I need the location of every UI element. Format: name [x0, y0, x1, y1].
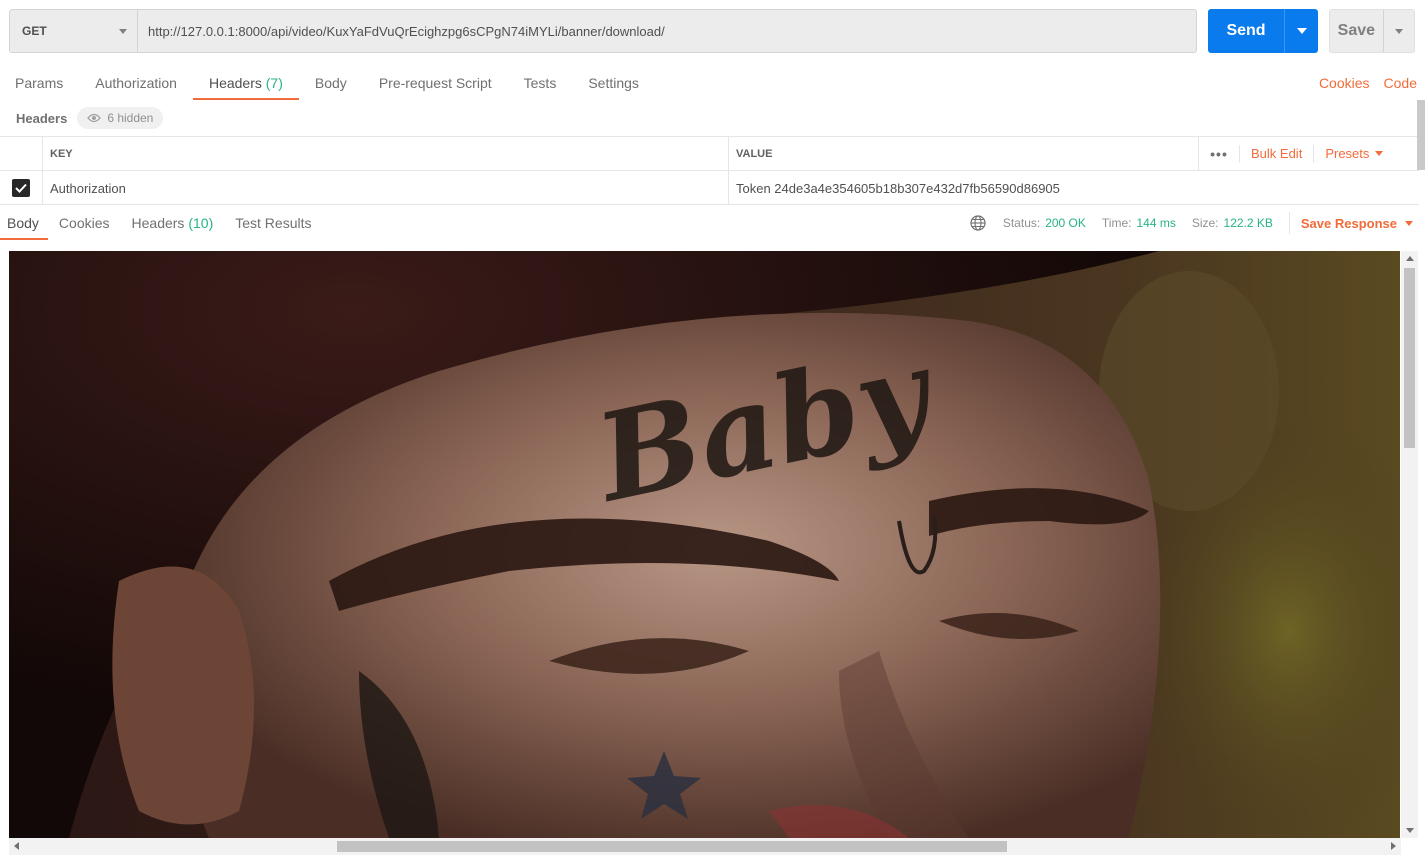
horizontal-scrollbar[interactable] — [9, 838, 1401, 855]
hidden-count: 6 hidden — [107, 111, 154, 125]
chevron-down-icon — [119, 28, 127, 34]
request-right-links: Cookies Code — [1319, 66, 1417, 100]
vertical-scrollbar[interactable] — [1401, 251, 1418, 838]
tab-label: Headers — [131, 215, 185, 231]
chevron-down-icon — [1296, 28, 1307, 34]
editor-scrollbar[interactable] — [1417, 100, 1425, 170]
tab-label: Params — [15, 75, 64, 91]
method-label: GET — [22, 24, 47, 38]
save-response-dropdown[interactable]: Save Response — [1288, 212, 1413, 234]
method-select[interactable]: GET — [10, 10, 138, 52]
size-value[interactable]: 122.2 KB — [1224, 216, 1273, 230]
code-link[interactable]: Code — [1384, 75, 1417, 91]
save-response-label: Save Response — [1300, 215, 1397, 231]
time-value[interactable]: 144 ms — [1136, 216, 1175, 230]
tab-response-headers[interactable]: Headers (10) — [121, 206, 225, 240]
value-column-header: VALUE — [736, 147, 773, 160]
hidden-headers-toggle[interactable]: 6 hidden — [77, 107, 164, 129]
response-tabs: Body Cookies Headers (10) Test Results — [0, 206, 322, 240]
table-header-row: KEY VALUE ••• Bulk Edit Presets — [0, 137, 1419, 171]
time-label: Time: — [1101, 216, 1132, 230]
send-button[interactable]: Send — [1208, 9, 1284, 53]
header-enabled-checkbox[interactable] — [12, 179, 30, 197]
tab-tests[interactable]: Tests — [508, 66, 573, 100]
tab-body[interactable]: Body — [299, 66, 363, 100]
response-image-preview: Baby — [9, 251, 1400, 838]
presets-dropdown[interactable]: Presets — [1314, 146, 1394, 161]
globe-icon[interactable] — [970, 215, 986, 231]
headers-section-title: Headers — [16, 110, 68, 126]
cookies-link[interactable]: Cookies — [1319, 75, 1370, 91]
check-column-header — [0, 137, 43, 170]
check-icon — [15, 183, 27, 193]
key-column-header: KEY — [43, 137, 729, 170]
tab-response-body[interactable]: Body — [0, 206, 48, 240]
request-bar: GET — [9, 9, 1197, 53]
tab-label: Headers — [208, 75, 262, 91]
tab-label: Body — [314, 75, 347, 91]
tab-label: Cookies — [58, 215, 110, 231]
send-options-button[interactable] — [1284, 9, 1318, 53]
chevron-down-icon — [1375, 151, 1384, 156]
save-options-button[interactable] — [1382, 10, 1414, 52]
headers-table: KEY VALUE ••• Bulk Edit Presets Authoriz… — [0, 136, 1419, 205]
tab-pre-request-script[interactable]: Pre-request Script — [363, 66, 508, 100]
tab-label: Body — [7, 215, 39, 231]
eye-icon — [87, 113, 102, 123]
tab-count: (7) — [265, 75, 283, 91]
response-meta: Status: 200 OK Time: 144 ms Size: 122.2 … — [970, 206, 1413, 240]
tab-count: (10) — [188, 215, 214, 231]
more-dots-icon[interactable]: ••• — [1199, 146, 1239, 162]
table-row: Authorization Token 24de3a4e354605b18b30… — [0, 171, 1419, 205]
scroll-down-icon[interactable] — [1406, 828, 1414, 833]
save-button[interactable]: Save — [1330, 10, 1383, 52]
tab-test-results[interactable]: Test Results — [224, 206, 322, 240]
scroll-up-icon[interactable] — [1406, 256, 1414, 261]
tab-params[interactable]: Params — [0, 66, 79, 100]
save-button-group: Save — [1329, 9, 1415, 53]
tab-label: Pre-request Script — [378, 75, 492, 91]
scroll-thumb[interactable] — [337, 841, 1007, 852]
tab-response-cookies[interactable]: Cookies — [48, 206, 121, 240]
tab-authorization[interactable]: Authorization — [79, 66, 193, 100]
scroll-thumb[interactable] — [1404, 268, 1415, 448]
bulk-edit-link[interactable]: Bulk Edit — [1240, 146, 1313, 161]
tab-label: Tests — [523, 75, 557, 91]
url-input[interactable] — [138, 10, 1196, 52]
tab-label: Authorization — [95, 75, 177, 91]
response-image: Baby — [9, 251, 1400, 838]
presets-label: Presets — [1325, 146, 1370, 161]
scroll-right-icon[interactable] — [1391, 842, 1396, 850]
table-actions: ••• Bulk Edit Presets — [1198, 137, 1419, 170]
chevron-down-icon — [1394, 28, 1403, 34]
tab-label: Test Results — [235, 215, 312, 231]
tab-label: Settings — [588, 75, 639, 91]
status-label: Status: — [1002, 216, 1041, 230]
tab-settings[interactable]: Settings — [572, 66, 655, 100]
request-tabs: Params Authorization Headers (7) Body Pr… — [0, 66, 655, 100]
chevron-down-icon — [1405, 220, 1413, 226]
send-button-group: Send — [1208, 9, 1318, 53]
header-key-field[interactable]: Authorization — [43, 171, 729, 205]
tab-headers[interactable]: Headers (7) — [192, 66, 299, 100]
scroll-left-icon[interactable] — [14, 842, 19, 850]
row-check-cell — [0, 171, 43, 205]
header-value-field[interactable]: Token 24de3a4e354605b18b307e432d7fb56590… — [729, 171, 1419, 205]
headers-subbar: Headers 6 hidden — [16, 107, 164, 129]
size-label: Size: — [1191, 216, 1219, 230]
status-value[interactable]: 200 OK — [1045, 216, 1086, 230]
